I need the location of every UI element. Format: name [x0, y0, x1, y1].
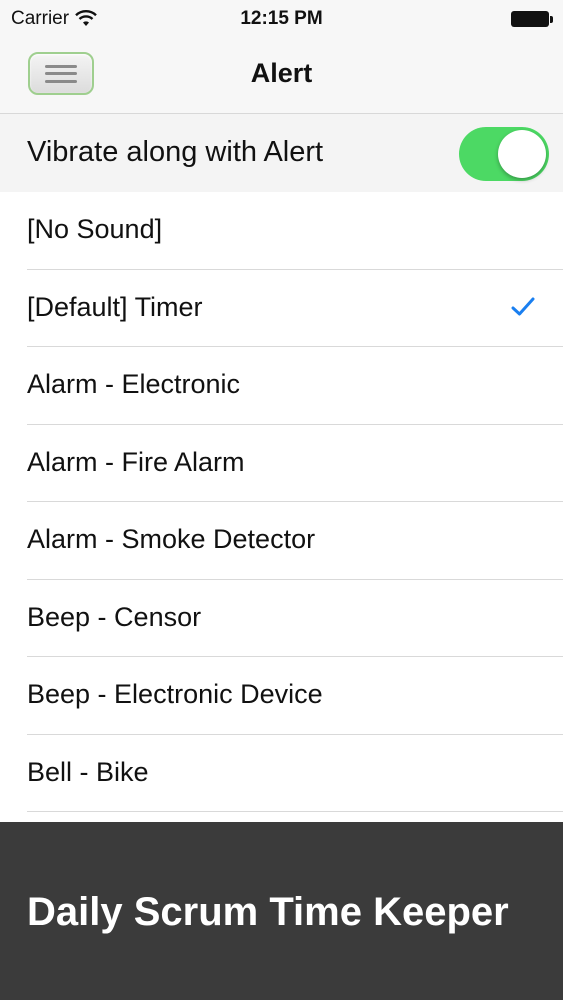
sound-label: [Default] Timer	[27, 291, 203, 322]
checkmark-icon	[511, 297, 535, 315]
toggle-knob	[498, 130, 546, 178]
status-time: 12:15 PM	[240, 8, 323, 29]
sound-row-bell-bike[interactable]: Bell - Bike	[0, 734, 563, 812]
sound-row-default-timer[interactable]: [Default] Timer	[0, 269, 563, 347]
sound-label: Beep - Censor	[27, 601, 202, 632]
sound-label: Alarm - Fire Alarm	[27, 446, 245, 477]
sound-row-alarm-electronic[interactable]: Alarm - Electronic	[0, 347, 563, 425]
battery-icon	[511, 11, 553, 27]
navigation-bar: Alert	[0, 38, 563, 114]
status-bar: Carrier 12:15 PM	[0, 0, 563, 38]
sound-row-beep-electronic-device[interactable]: Beep - Electronic Device	[0, 657, 563, 735]
sound-row-no-sound[interactable]: [No Sound]	[0, 192, 563, 270]
page-title: Alert	[250, 58, 313, 88]
sound-row-beep-censor[interactable]: Beep - Censor	[0, 579, 563, 657]
vibrate-label: Vibrate along with Alert	[27, 136, 324, 168]
sound-label: Alarm - Smoke Detector	[27, 524, 316, 554]
sound-label: [No Sound]	[27, 214, 163, 244]
footer-title: Daily Scrum Time Keeper	[27, 890, 509, 934]
sound-label: Beep - Electronic Device	[27, 679, 323, 709]
sound-label: Bell - Bike	[27, 756, 149, 787]
sound-row-alarm-smoke-detector[interactable]: Alarm - Smoke Detector	[0, 502, 563, 580]
vibrate-toggle[interactable]	[459, 127, 549, 181]
sound-list: [No Sound] [Default] Timer Alarm - Elect…	[0, 192, 563, 812]
sound-row-alarm-fire-alarm[interactable]: Alarm - Fire Alarm	[0, 424, 563, 502]
footer-banner: Daily Scrum Time Keeper	[0, 822, 563, 1000]
sound-label: Alarm - Electronic	[27, 369, 241, 399]
